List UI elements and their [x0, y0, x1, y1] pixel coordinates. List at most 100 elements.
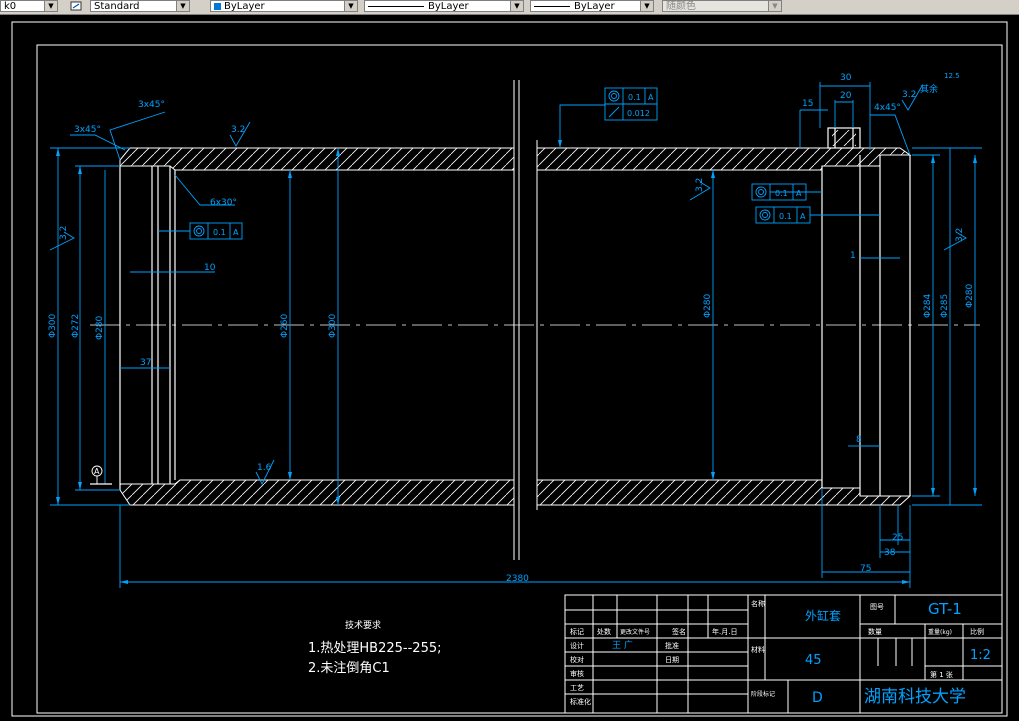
dim-phi284: Φ284	[923, 293, 933, 318]
company-name: 湖南科技大学	[864, 687, 966, 707]
svg-text:批准: 批准	[665, 641, 679, 650]
svg-text:校对: 校对	[570, 655, 584, 664]
svg-text:日期: 日期	[665, 656, 679, 664]
roughness-left-text: 3.2	[59, 226, 69, 240]
dim-style-icon[interactable]	[70, 1, 82, 11]
roughness-bottom: 1.6	[257, 463, 272, 473]
dim-30: 30	[840, 73, 852, 83]
svg-text:设计: 设计	[570, 641, 584, 650]
svg-text:图号: 图号	[870, 603, 884, 611]
chamfer-left-inner: 3x45°	[74, 125, 101, 135]
notes-title: 技术要求	[345, 619, 381, 631]
dim-phi300b: Φ300	[328, 313, 338, 338]
linetype-dropdown[interactable]: ByLayer ▼	[364, 0, 524, 12]
chamfer-left-outer: 3x45°	[138, 100, 165, 110]
drawing-number: GT-1	[928, 600, 962, 618]
dim-phi280-mid: Φ280	[703, 293, 713, 318]
chevron-down-icon: ▼	[176, 1, 189, 11]
svg-text:标准化: 标准化	[570, 697, 591, 706]
chevron-down-icon: ▼	[768, 1, 781, 11]
tol-top2-value: 0.012	[627, 109, 650, 118]
svg-text:阶段标记: 阶段标记	[751, 690, 775, 698]
material-value: 45	[805, 653, 822, 668]
tol-left-datum: A	[233, 228, 239, 237]
plotstyle-value: 随颜色	[666, 1, 696, 12]
dim-phi300: Φ300	[48, 313, 58, 338]
svg-text:处数: 处数	[597, 627, 611, 636]
designer-name: 王 广	[612, 639, 633, 651]
tol-right2-value: 0.1	[779, 212, 792, 221]
part-walls	[119, 147, 912, 506]
dim-2380: 2380	[506, 574, 529, 584]
roughness-rest-value: 12.5	[944, 72, 960, 80]
dimension-arrows	[56, 140, 977, 584]
lineweight-dropdown[interactable]: ByLayer ▼	[530, 0, 654, 12]
part-name: 外缸套	[805, 608, 841, 623]
roughness-rest-label: 其余	[920, 83, 938, 95]
dim-phi280-left: Φ280	[95, 315, 105, 340]
dim-38: 38	[884, 548, 896, 558]
lineweight-value: ByLayer	[574, 1, 615, 12]
part-outline	[119, 127, 911, 496]
outer-border	[11, 21, 1008, 717]
text-style-dropdown[interactable]: k0 ▼	[0, 0, 58, 12]
notes-line-1: 1.热处理HB225--255;	[308, 641, 442, 656]
chevron-down-icon: ▼	[640, 1, 653, 11]
dim-10: 10	[204, 263, 216, 273]
dim-25: 25	[892, 533, 903, 543]
roughness-top-left: 3.2	[231, 125, 245, 135]
drawing-canvas[interactable]: 3x45° 3x45° 6x30° 4x45° 3.2 1.6 3.2 其余 1…	[0, 14, 1019, 721]
dim-style-dropdown[interactable]: Standard ▼	[90, 0, 190, 12]
tol-left-value: 0.1	[213, 228, 226, 237]
dim-phi272: Φ272	[71, 314, 81, 338]
svg-text:标记: 标记	[570, 627, 584, 636]
chamfer-inner-taper: 6x30°	[210, 198, 237, 208]
datum-label: A	[94, 467, 100, 476]
dim-15: 15	[802, 99, 813, 109]
tol-top1-value: 0.1	[628, 93, 641, 102]
break-lines	[513, 80, 538, 560]
linetype-sample-icon	[368, 5, 424, 7]
dim-8: 8	[856, 435, 862, 445]
svg-text:材料: 材料	[751, 645, 765, 654]
dim-75: 75	[860, 564, 871, 574]
svg-text:名称: 名称	[751, 599, 765, 608]
svg-text:年.月.日: 年.月.日	[712, 627, 737, 636]
color-value: ByLayer	[224, 1, 265, 12]
chevron-down-icon: ▼	[344, 1, 357, 11]
roughness-right-text: 3.2	[955, 228, 965, 242]
vertical-dimension-texts: Φ300 Φ272 Φ280 Φ260 Φ300 Φ280 Φ284 Φ285 …	[48, 178, 975, 340]
roughness-top-right: 3.2	[902, 90, 916, 100]
tol-top1-datum: A	[648, 93, 654, 102]
plotstyle-dropdown: 随颜色 ▼	[662, 0, 782, 12]
svg-text:第 1 张: 第 1 张	[930, 670, 953, 679]
dim-phi260: Φ260	[280, 313, 290, 338]
dim-20: 20	[840, 91, 852, 101]
chevron-down-icon: ▼	[44, 1, 57, 11]
svg-text:审核: 审核	[570, 669, 584, 678]
properties-toolbar: k0 ▼ Standard ▼ ByLayer ▼ ByLayer ▼ ByLa…	[0, 0, 1019, 15]
dim-style-value: Standard	[94, 1, 140, 12]
text-style-value: k0	[4, 1, 17, 12]
color-dropdown[interactable]: ByLayer ▼	[210, 0, 358, 12]
oil-hole-hatch	[832, 130, 856, 146]
lineweight-sample-icon	[534, 5, 570, 7]
scale-value: 1:2	[970, 648, 991, 663]
dim-phi285: Φ285	[940, 294, 950, 318]
svg-text:数量: 数量	[868, 627, 882, 636]
chevron-down-icon: ▼	[510, 1, 523, 11]
roughness-mid-text: 3.2	[695, 178, 705, 192]
notes-line-2: 2.未注倒角C1	[308, 661, 390, 676]
technical-notes: 技术要求 1.热处理HB225--255; 2.未注倒角C1	[308, 619, 442, 676]
svg-text:签名: 签名	[672, 627, 686, 636]
dim-37: 37	[140, 358, 151, 368]
svg-text:重量(kg): 重量(kg)	[928, 628, 952, 636]
dim-1: 1	[850, 251, 856, 261]
stage-mark: D	[812, 690, 823, 706]
svg-text:更改文件号: 更改文件号	[620, 628, 650, 636]
tol-right1-datum: A	[796, 189, 802, 198]
dim-phi280-right: Φ280	[965, 283, 975, 308]
title-block-values: 外缸套 GT-1 45 1:2 王 广 D 湖南科技大学	[612, 600, 991, 707]
svg-text:比例: 比例	[970, 627, 984, 636]
tol-right2-datum: A	[800, 212, 806, 221]
